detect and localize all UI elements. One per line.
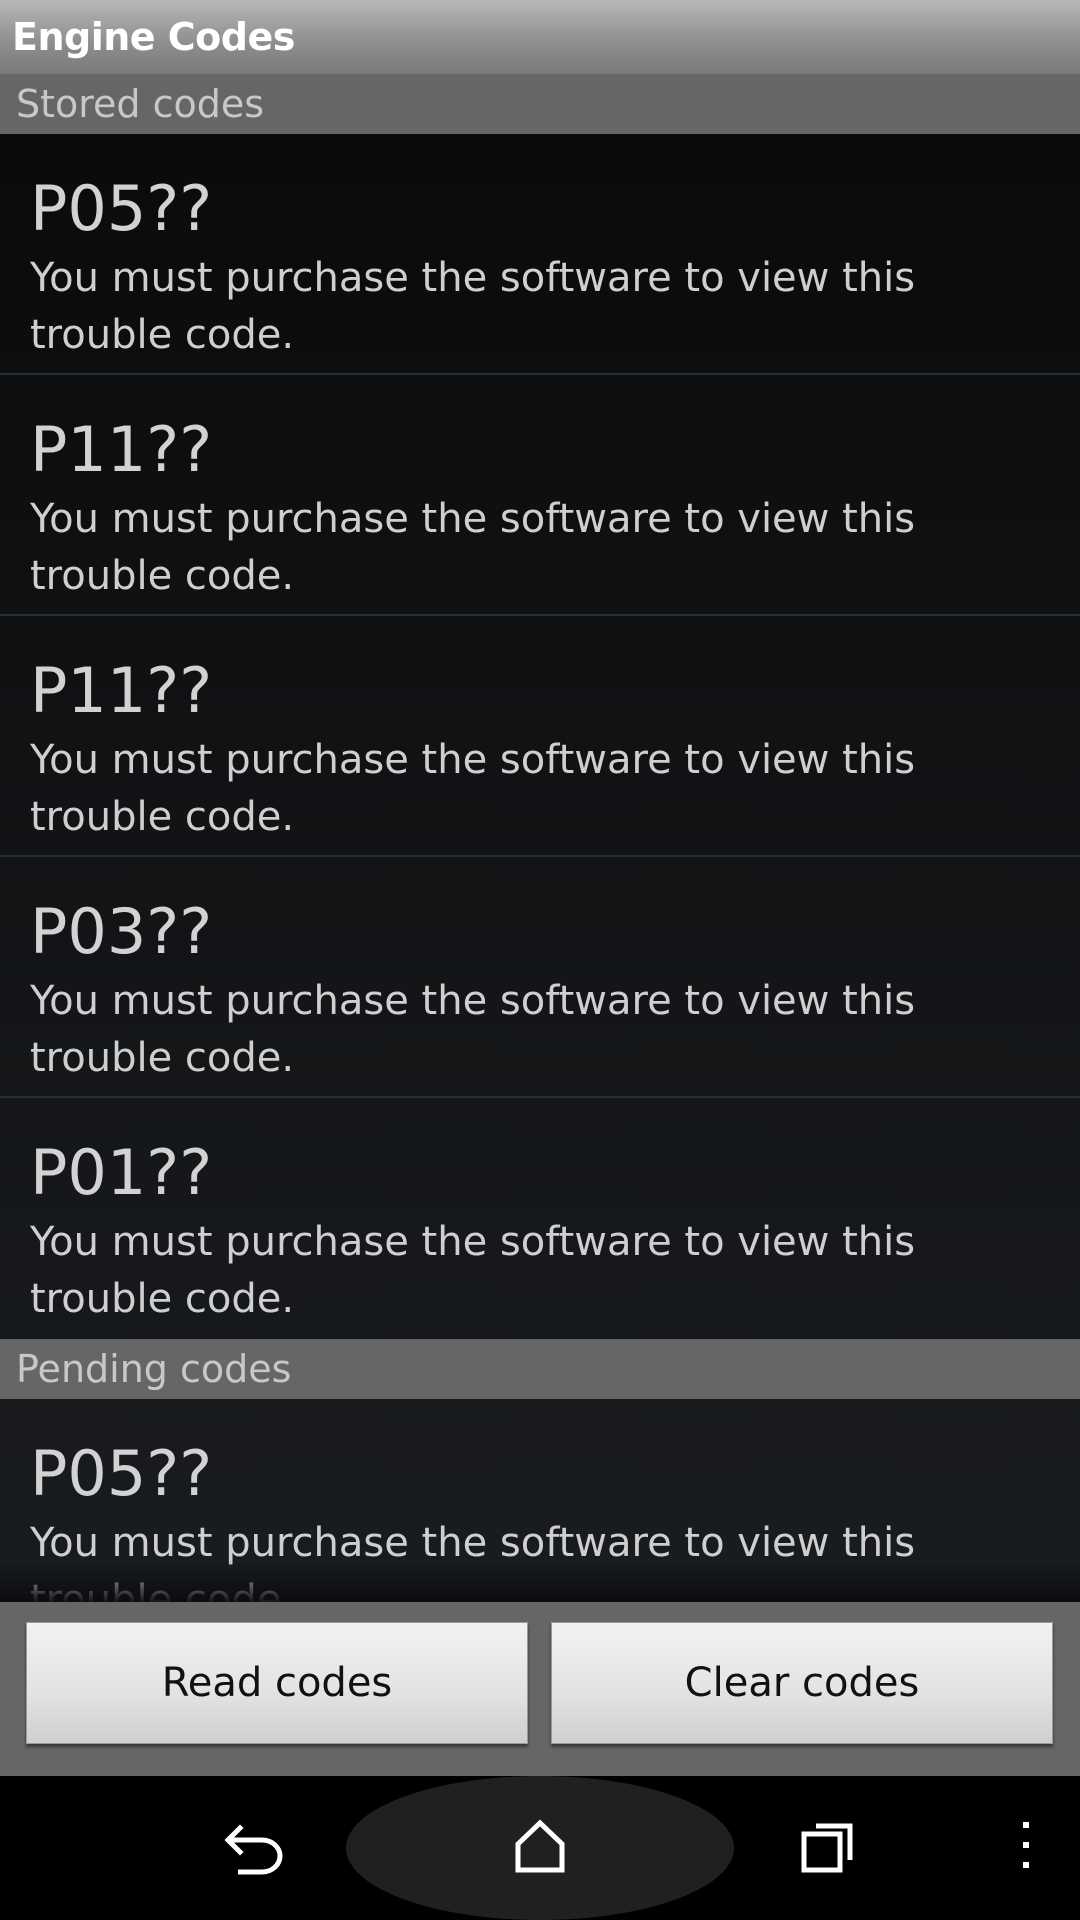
list-item[interactable]: P03?? You must purchase the software to … <box>0 857 1080 1098</box>
recent-apps-icon[interactable] <box>800 1818 856 1874</box>
list-item[interactable]: P11?? You must purchase the software to … <box>0 375 1080 616</box>
section-header-stored: Stored codes <box>0 74 1080 134</box>
list-item[interactable]: P01?? You must purchase the software to … <box>0 1098 1080 1339</box>
codes-list[interactable]: Stored codes P05?? You must purchase the… <box>0 74 1080 1602</box>
button-bar: Read codes Clear codes <box>0 1602 1080 1776</box>
read-codes-button[interactable]: Read codes <box>26 1622 528 1744</box>
section-label-pending: Pending codes <box>16 1347 292 1391</box>
list-item[interactable]: P11?? You must purchase the software to … <box>0 616 1080 857</box>
title-bar: Engine Codes <box>0 0 1080 74</box>
back-arrow-icon[interactable] <box>224 1820 288 1876</box>
code-description: You must purchase the software to view t… <box>30 1219 916 1322</box>
code-title: P03?? <box>30 895 213 968</box>
code-title: P05?? <box>30 1437 213 1510</box>
code-description: You must purchase the software to view t… <box>30 978 916 1081</box>
code-title: P11?? <box>30 654 213 727</box>
code-description: You must purchase the software to view t… <box>30 255 916 358</box>
code-description: You must purchase the software to view t… <box>30 1520 916 1602</box>
section-label-stored: Stored codes <box>16 82 265 126</box>
code-title: P05?? <box>30 172 213 245</box>
app-title: Engine Codes <box>12 15 295 59</box>
home-icon[interactable] <box>512 1818 568 1874</box>
code-description: You must purchase the software to view t… <box>30 737 916 840</box>
list-item[interactable]: P05?? You must purchase the software to … <box>0 134 1080 375</box>
code-title: P01?? <box>30 1136 213 1209</box>
list-item[interactable]: P05?? You must purchase the software to … <box>0 1399 1080 1603</box>
clear-codes-button[interactable]: Clear codes <box>551 1622 1053 1744</box>
navigation-bar <box>0 1776 1080 1920</box>
screen: Engine Codes Stored codes P05?? You must… <box>0 0 1080 1920</box>
section-header-pending: Pending codes <box>0 1339 1080 1399</box>
code-description: You must purchase the software to view t… <box>30 496 916 599</box>
code-title: P11?? <box>30 413 213 486</box>
overflow-menu-icon[interactable] <box>1016 1818 1036 1874</box>
